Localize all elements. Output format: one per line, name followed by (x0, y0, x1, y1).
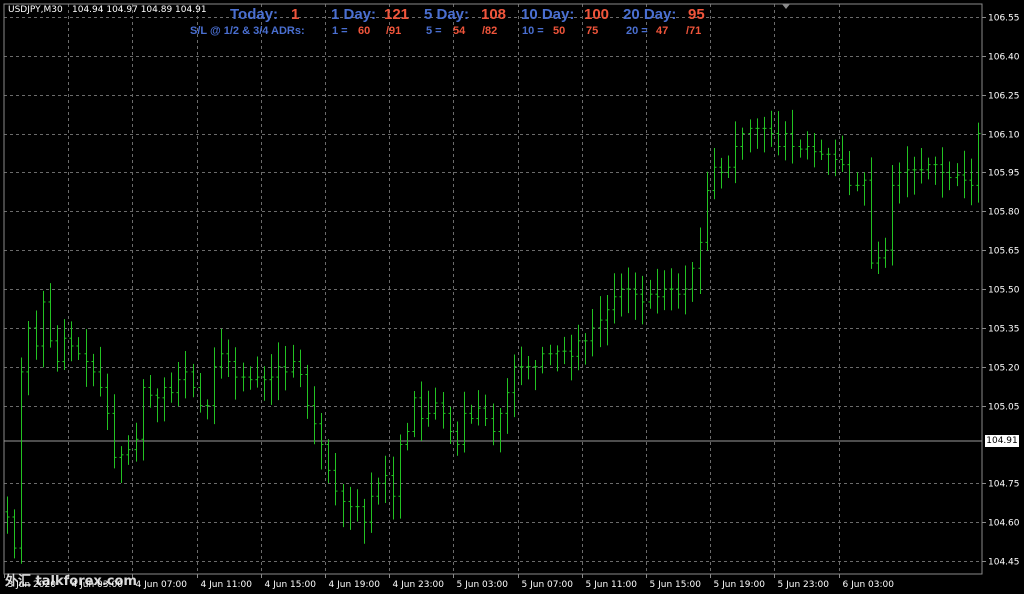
sl-adr-label: S/L @ 1/2 & 3/4 ADRs: (190, 25, 305, 37)
y-tick-label: 105.80 (988, 208, 1020, 218)
y-tick-label: 105.35 (988, 325, 1020, 335)
x-tick-label: 4 Jun 15:00 (265, 580, 317, 590)
sl-20day-label: 20 = (626, 25, 648, 37)
y-tick-label: 105.65 (988, 247, 1020, 257)
adr-5day-label: 5 Day: (424, 6, 470, 23)
adr-today-value: 1 (291, 6, 300, 23)
adr-1day-label: 1 Day: (331, 6, 377, 23)
adr-1day-value: 121 (384, 6, 410, 23)
sl-5day-half: 54 (453, 25, 466, 37)
adr-20day-value: 95 (688, 6, 705, 23)
x-tick-label: 4 Jun 23:00 (393, 580, 445, 590)
y-tick-label: 105.05 (988, 403, 1020, 413)
symbol-timeframe: USDJPY,M30 (8, 5, 63, 15)
y-tick-label: 106.25 (988, 92, 1020, 102)
x-tick-label: 4 Jun 11:00 (201, 580, 253, 590)
sl-5day-three-quarter: /82 (482, 25, 498, 37)
adr-20day-label: 20 Day: (623, 6, 677, 23)
sl-5day-label: 5 = (426, 25, 442, 37)
sl-10day-three-quarter: 75 (586, 25, 599, 37)
x-tick-label: 5 Jun 03:00 (457, 580, 509, 590)
y-tick-label: 106.55 (988, 14, 1020, 24)
x-tick-label: 4 Jun 19:00 (329, 580, 381, 590)
price-axis: 106.55 106.40 106.25 106.10 105.95 105.80 105.… (982, 14, 1020, 568)
sl-1day-three-quarter: /91 (386, 25, 402, 37)
current-price-tag: 104.91 (985, 435, 1019, 447)
watermark-logo: 外汇 talkforex.com (5, 574, 137, 589)
y-tick-label: 105.20 (988, 364, 1020, 374)
x-tick-label: 6 Jun 03:00 (843, 580, 895, 590)
sl-20day-half: 47 (656, 25, 669, 37)
adr-10day-value: 100 (584, 6, 610, 23)
x-tick-label: 5 Jun 11:00 (586, 580, 638, 590)
adr-5day-value: 108 (481, 6, 507, 23)
adr-today-label: Today: (230, 6, 279, 23)
x-tick-label: 4 Jun 07:00 (136, 580, 188, 590)
y-tick-label: 104.45 (988, 558, 1020, 568)
y-tick-label: 105.50 (988, 286, 1020, 296)
y-tick-label: 106.40 (988, 53, 1020, 63)
price-chart[interactable]: 106.55 106.40 106.25 106.10 105.95 105.80 105.… (0, 0, 1024, 594)
x-tick-label: 5 Jun 19:00 (714, 580, 766, 590)
adr-10day-label: 10 Day: (521, 6, 575, 23)
sl-10day-half: 50 (553, 25, 566, 37)
sl-10day-label: 10 = (522, 25, 544, 37)
y-tick-label: 106.10 (988, 131, 1020, 141)
sl-20day-three-quarter: /71 (686, 25, 702, 37)
x-tick-label: 5 Jun 23:00 (778, 580, 830, 590)
y-tick-label: 104.75 (988, 480, 1020, 490)
y-tick-label: 104.60 (988, 519, 1020, 529)
y-tick-label: 105.95 (988, 169, 1020, 179)
sl-1day-half: 60 (358, 25, 371, 37)
x-tick-label: 5 Jun 07:00 (522, 580, 574, 590)
sl-1day-label: 1 = (332, 25, 348, 37)
x-tick-label: 5 Jun 15:00 (650, 580, 702, 590)
ohlc-readout: 104.94 104.97 104.89 104.91 (72, 5, 207, 15)
